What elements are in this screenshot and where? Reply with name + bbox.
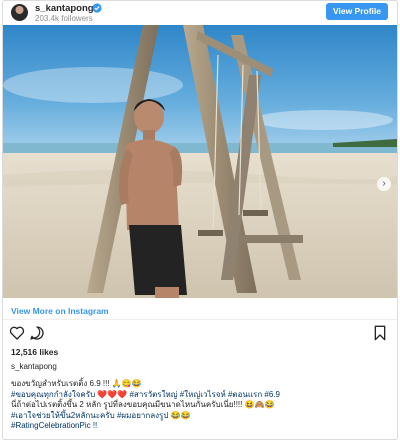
likes-count[interactable]: 12,516 likes — [11, 347, 58, 357]
post-header: s_kantapong 203.4k followers View Profil… — [3, 1, 397, 27]
caption-hashtag-line[interactable]: #เอาใจช่วยให้ขึ้น2หลักนะครับ #ผมอยากลงรู… — [11, 411, 391, 422]
avatar[interactable] — [11, 4, 28, 21]
view-more-on-instagram-link[interactable]: View More on Instagram — [11, 306, 109, 316]
beach-swing-photo — [3, 25, 397, 298]
divider — [3, 319, 397, 320]
username[interactable]: s_kantapong — [35, 3, 94, 14]
verified-badge-icon — [92, 3, 102, 13]
caption-line: ของขวัญสำหรับเรตติ้ง 6.9 !!! 🙏😋😂 — [11, 379, 142, 388]
followers-count: 203.4k followers — [35, 14, 93, 23]
instagram-embed-card: s_kantapong 203.4k followers View Profil… — [2, 0, 398, 440]
comment-icon[interactable] — [29, 325, 45, 341]
caption-hashtag-line[interactable]: #RatingCelebrationPic !! — [11, 421, 391, 432]
bookmark-icon[interactable] — [373, 325, 387, 341]
caption-author[interactable]: s_kantapong — [11, 362, 57, 371]
caption: ของขวัญสำหรับเรตติ้ง 6.9 !!! 🙏😋😂 #ขอบคุณ… — [11, 379, 391, 432]
post-photo[interactable]: › — [3, 25, 397, 298]
view-profile-button[interactable]: View Profile — [326, 3, 388, 20]
action-bar — [3, 325, 397, 347]
next-photo-chevron-right-icon[interactable]: › — [377, 177, 391, 191]
heart-icon[interactable] — [9, 325, 25, 341]
caption-line: นี่ถ้าต่อไปเรตติ้งขึ้น 2 หลัก รูปที่ลงขอ… — [11, 400, 275, 409]
caption-hashtag-line[interactable]: #ขอบคุณทุกกำลังใจครับ ❤️❤️❤️ #สารวัตรใหญ… — [11, 390, 391, 401]
